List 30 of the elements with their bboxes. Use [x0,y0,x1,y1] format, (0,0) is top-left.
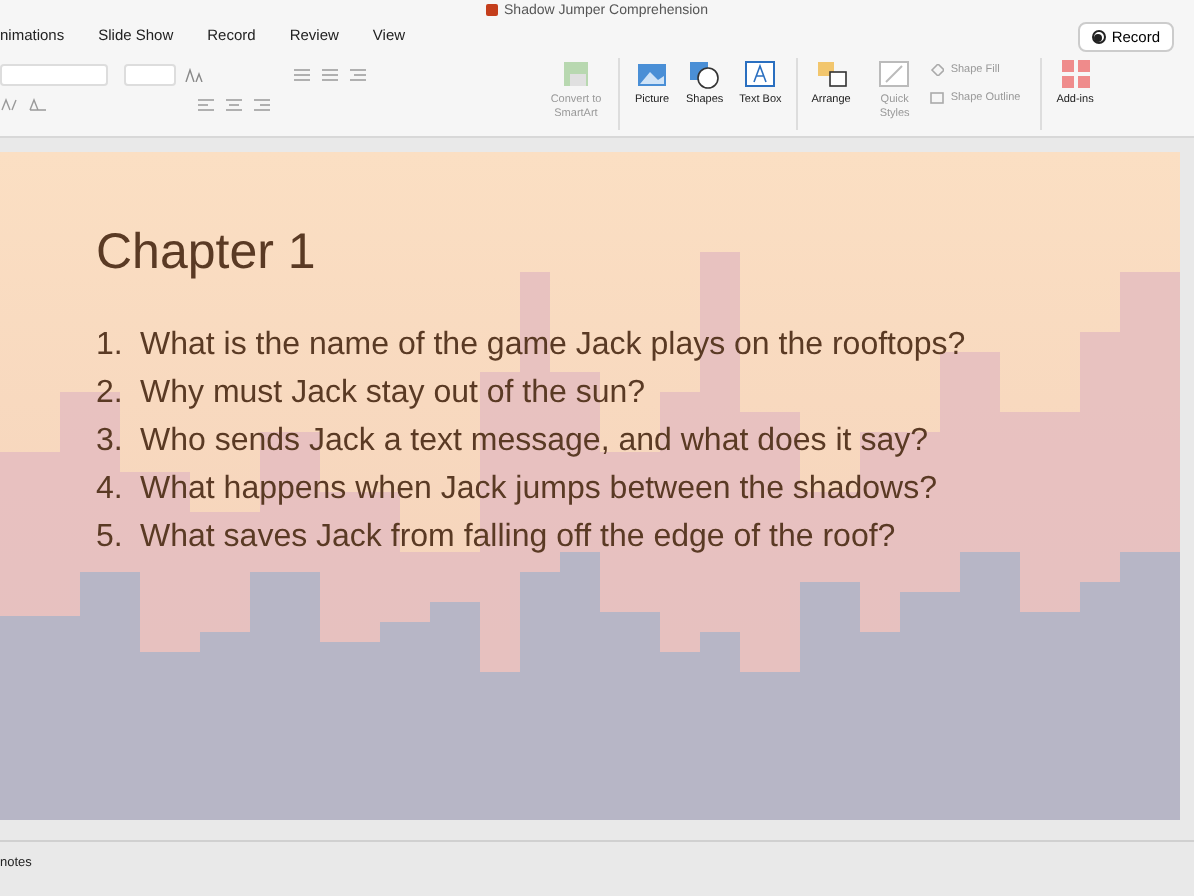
align-right-icon[interactable] [252,98,272,112]
picture-icon [638,64,666,86]
record-icon [1091,30,1106,44]
align-center-icon[interactable] [224,98,244,112]
list-number: 3. [96,422,125,460]
indent-icon[interactable] [348,68,368,82]
text-box-icon [745,61,776,87]
add-ins-icon [1061,60,1090,88]
shapes-icon [690,62,720,89]
list-number: 4. [96,470,125,508]
question-text: What happens when Jack jumps between the shadows? [140,470,937,508]
arrange-icon [817,62,846,87]
font-size-icon[interactable] [184,68,204,82]
list-number: 1. [96,326,125,364]
question-text: Who sends Jack a text message, and what does it say? [140,422,928,460]
smartart-icon [564,62,588,86]
app-icon [486,4,499,16]
question-text: What is the name of the game Jack plays on the rooftops? [140,326,966,364]
question-text: Why must Jack stay out of the sun? [140,374,646,412]
align-left-icon[interactable] [196,98,216,112]
slide-title: Chapter 1 [96,224,316,282]
font-name-field[interactable] [0,64,108,86]
list-number: 2. [96,374,125,412]
font-size-field[interactable] [124,64,176,86]
outline-icon [930,92,945,104]
list-number: 5. [96,518,125,556]
numbered-list-icon[interactable] [320,68,340,82]
bullet-list-icon[interactable] [292,68,312,82]
question-text: What saves Jack from falling off the edge of the roof? [140,518,896,556]
quick-styles-icon [879,61,910,87]
